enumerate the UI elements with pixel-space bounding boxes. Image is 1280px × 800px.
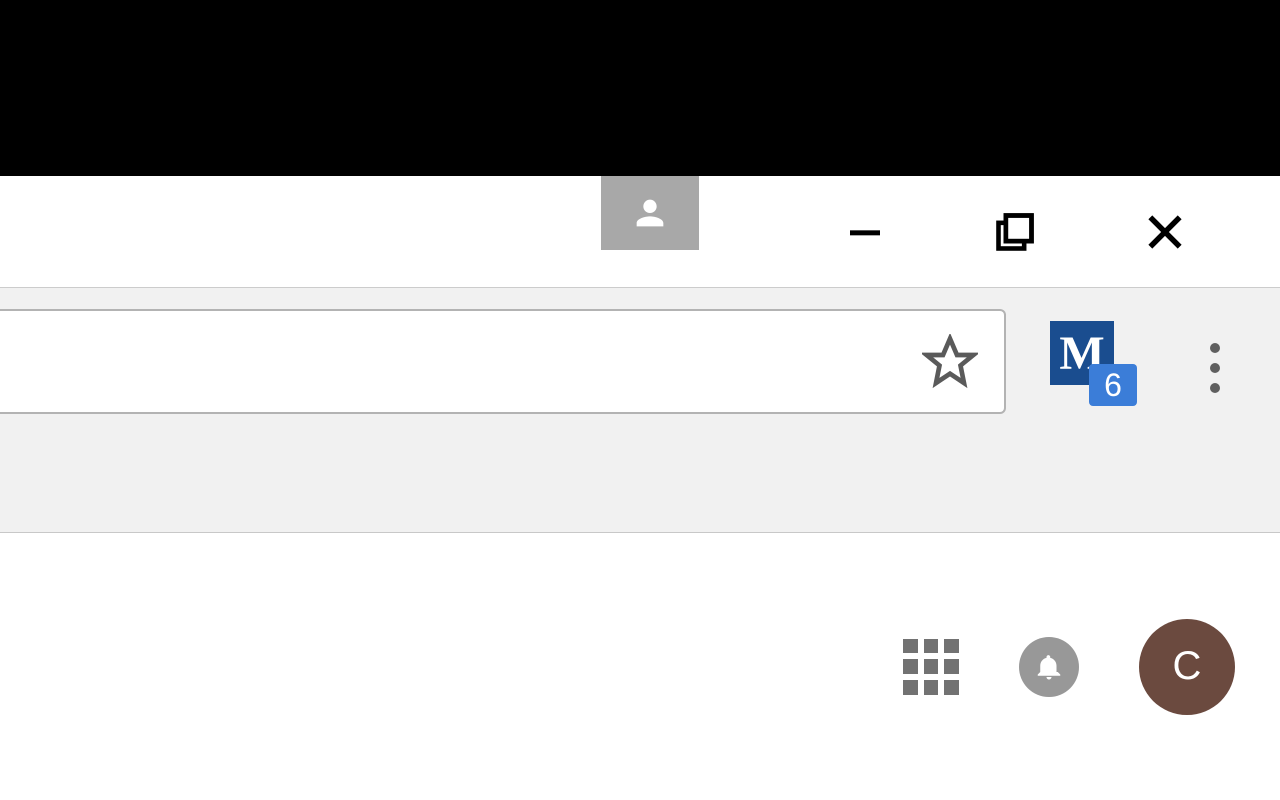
page-header: C bbox=[0, 533, 1280, 800]
bell-icon bbox=[1034, 652, 1064, 682]
grid-dot-icon bbox=[924, 639, 939, 654]
minimize-icon bbox=[845, 212, 885, 252]
star-icon bbox=[922, 334, 978, 390]
profile-button[interactable] bbox=[601, 176, 699, 250]
browser-menu-button[interactable] bbox=[1195, 328, 1235, 408]
close-icon bbox=[1143, 210, 1187, 254]
grid-dot-icon bbox=[903, 639, 918, 654]
dot-icon bbox=[1210, 343, 1220, 353]
person-icon bbox=[630, 193, 670, 233]
maximize-button[interactable] bbox=[940, 187, 1090, 277]
minimize-button[interactable] bbox=[790, 187, 940, 277]
browser-toolbar: M 6 bbox=[0, 288, 1280, 533]
address-bar[interactable] bbox=[0, 309, 1006, 414]
extension-badge: 6 bbox=[1089, 364, 1137, 406]
apps-launcher-button[interactable] bbox=[903, 639, 959, 695]
dot-icon bbox=[1210, 383, 1220, 393]
maximize-icon bbox=[993, 210, 1037, 254]
window-controls bbox=[790, 176, 1280, 287]
grid-dot-icon bbox=[944, 639, 959, 654]
notifications-button[interactable] bbox=[1019, 637, 1079, 697]
grid-dot-icon bbox=[924, 659, 939, 674]
dot-icon bbox=[1210, 363, 1220, 373]
grid-dot-icon bbox=[903, 680, 918, 695]
grid-dot-icon bbox=[944, 680, 959, 695]
close-button[interactable] bbox=[1090, 187, 1240, 277]
letterbox-top bbox=[0, 0, 1280, 176]
grid-dot-icon bbox=[903, 659, 918, 674]
account-avatar[interactable]: C bbox=[1139, 619, 1235, 715]
avatar-initial: C bbox=[1173, 644, 1202, 689]
grid-dot-icon bbox=[944, 659, 959, 674]
grid-dot-icon bbox=[924, 680, 939, 695]
bookmark-button[interactable] bbox=[920, 332, 980, 392]
extension-badge-count: 6 bbox=[1104, 367, 1122, 404]
window-titlebar bbox=[0, 176, 1280, 288]
